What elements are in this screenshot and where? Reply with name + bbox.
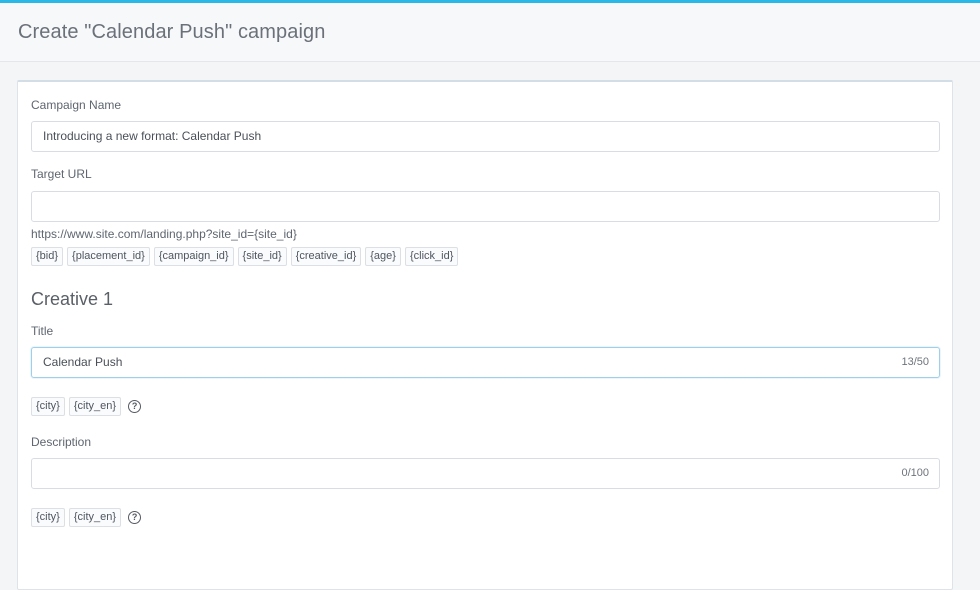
campaign-name-label: Campaign Name	[31, 98, 122, 112]
title-value: Calendar Push	[43, 355, 123, 369]
description-char-counter: 0/100	[901, 467, 929, 479]
target-url-hint: https://www.site.com/landing.php?site_id…	[31, 227, 297, 241]
title-char-counter: 13/50	[901, 356, 929, 368]
description-input[interactable]: 0/100	[31, 458, 940, 489]
page-title: Create "Calendar Push" campaign	[18, 21, 326, 43]
target-url-input[interactable]	[31, 191, 940, 222]
question-circle-icon[interactable]: ?	[128, 400, 142, 413]
macro-city[interactable]: {city}	[31, 397, 65, 416]
macro-site-id[interactable]: {site_id}	[237, 247, 287, 266]
description-label: Description	[31, 435, 92, 449]
macro-campaign-id[interactable]: {campaign_id}	[153, 247, 234, 266]
title-macros: {city} {city_en} ?	[31, 397, 142, 416]
macro-city-en[interactable]: {city_en}	[68, 508, 122, 527]
macro-bid[interactable]: {bid}	[31, 247, 64, 266]
macro-age[interactable]: {age}	[365, 247, 401, 266]
campaign-name-input[interactable]: Introducing a new format: Calendar Push	[31, 121, 940, 152]
macro-city-en[interactable]: {city_en}	[68, 397, 122, 416]
page-header: Create "Calendar Push" campaign	[0, 3, 980, 62]
description-macros: {city} {city_en} ?	[31, 508, 142, 527]
campaign-name-value: Introducing a new format: Calendar Push	[43, 129, 262, 143]
macro-city[interactable]: {city}	[31, 508, 65, 527]
macro-placement-id[interactable]: {placement_id}	[67, 247, 150, 266]
creative-heading: Creative 1	[31, 289, 114, 309]
title-input[interactable]: Calendar Push 13/50	[31, 347, 940, 378]
target-url-label: Target URL	[31, 167, 92, 181]
campaign-form-card: Campaign Name Introducing a new format: …	[17, 80, 953, 590]
target-url-macros: {bid} {placement_id} {campaign_id} {site…	[31, 247, 459, 266]
question-circle-icon[interactable]: ?	[128, 511, 142, 524]
macro-creative-id[interactable]: {creative_id}	[290, 247, 362, 266]
title-label: Title	[31, 324, 54, 338]
macro-click-id[interactable]: {click_id}	[404, 247, 459, 266]
